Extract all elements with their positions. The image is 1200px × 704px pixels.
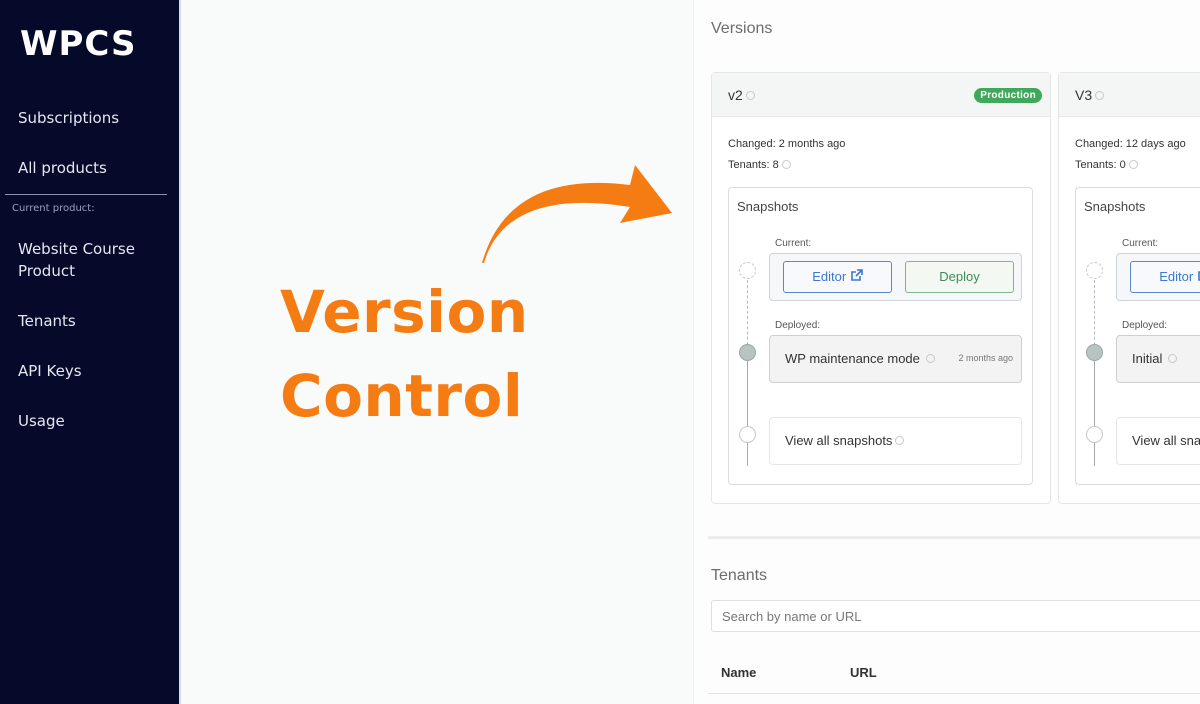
current-snapshot-box: Editor Deploy xyxy=(1116,253,1200,301)
current-label: Current: xyxy=(775,238,812,249)
info-icon[interactable] xyxy=(895,436,905,446)
timeline-current-node xyxy=(739,262,756,279)
section-divider xyxy=(708,536,1200,539)
deploy-button[interactable]: Deploy xyxy=(905,261,1014,293)
tenants-count: Tenants: 8 xyxy=(728,159,791,171)
tenant-search-input[interactable] xyxy=(711,600,1200,632)
deployed-snapshot[interactable]: WP maintenance mode 2 months ago xyxy=(769,335,1022,383)
external-link-icon xyxy=(850,269,863,281)
deployed-snapshot[interactable]: Initial xyxy=(1116,335,1200,383)
snapshots-box: Snapshots Current: Editor Deploy xyxy=(728,187,1033,485)
snapshot-timeline xyxy=(1086,262,1104,466)
info-icon[interactable] xyxy=(745,90,755,100)
view-all-snapshots-button[interactable]: View all snapshots xyxy=(769,417,1022,465)
version-card-header: v2 Production xyxy=(712,73,1050,117)
main-panel: Versions v2 Production Changed: 2 months… xyxy=(693,0,1200,704)
snapshots-title: Snapshots xyxy=(1084,199,1146,214)
column-header-name[interactable]: Name xyxy=(721,665,756,680)
deployed-snapshot-name-text: WP maintenance mode xyxy=(785,351,920,366)
editor-button-label: Editor xyxy=(812,269,847,284)
view-all-snapshots-button[interactable]: View all snapshots xyxy=(1116,417,1200,465)
timeline-solid-line xyxy=(1094,360,1095,466)
timeline-dashed-line xyxy=(747,280,748,350)
sidebar-item-current-product[interactable]: Website Course Product xyxy=(18,238,158,282)
tenants-count-text: Tenants: 0 xyxy=(1075,159,1126,171)
sidebar-border xyxy=(179,0,181,704)
deployed-label: Deployed: xyxy=(1122,320,1168,331)
snapshot-timeline xyxy=(739,262,757,466)
info-icon[interactable] xyxy=(781,159,791,169)
sidebar-item-usage[interactable]: Usage xyxy=(18,410,65,432)
changed-text: Changed: 12 days ago xyxy=(1075,138,1186,150)
sidebar-item-all-products[interactable]: All products xyxy=(18,157,107,179)
version-name: V3 xyxy=(1075,87,1105,103)
timeline-deployed-node xyxy=(739,344,756,361)
deployed-snapshot-name: Initial xyxy=(1132,351,1178,366)
changed-text: Changed: 2 months ago xyxy=(728,138,846,150)
sidebar: WPCS Subscriptions All products Current … xyxy=(0,0,179,704)
snapshots-box: Snapshots Current: Editor Deploy xyxy=(1075,187,1200,485)
hero-title: Version Control xyxy=(280,270,529,438)
version-card: V3 Changed: 12 days ago Tenants: 0 Snaps… xyxy=(1058,72,1200,504)
timeline-solid-line xyxy=(747,360,748,466)
info-icon[interactable] xyxy=(1095,90,1105,100)
version-name-text: V3 xyxy=(1075,87,1093,103)
sidebar-item-subscriptions[interactable]: Subscriptions xyxy=(18,107,119,129)
current-product-label: Current product: xyxy=(12,203,95,214)
snapshots-title: Snapshots xyxy=(737,199,799,214)
view-all-snapshots-label: View all snapshots xyxy=(1132,433,1200,448)
table-header-border xyxy=(708,693,1200,694)
curved-arrow-icon xyxy=(482,165,672,263)
info-icon[interactable] xyxy=(925,354,935,364)
version-name-text: v2 xyxy=(728,87,743,103)
view-all-text: View all snapshots xyxy=(1132,433,1200,448)
view-all-snapshots-label: View all snapshots xyxy=(785,433,905,448)
timeline-all-node xyxy=(739,426,756,443)
tenants-heading: Tenants xyxy=(711,567,768,584)
hero-title-line2: Control xyxy=(280,362,524,430)
tenants-count-text: Tenants: 8 xyxy=(728,159,779,171)
sidebar-item-api-keys[interactable]: API Keys xyxy=(18,360,82,382)
timeline-all-node xyxy=(1086,426,1103,443)
timeline-dashed-line xyxy=(1094,280,1095,350)
tenants-count: Tenants: 0 xyxy=(1075,159,1138,171)
current-snapshot-box: Editor Deploy xyxy=(769,253,1022,301)
wpcs-logo[interactable]: WPCS xyxy=(20,24,137,64)
deployed-label: Deployed: xyxy=(775,320,821,331)
info-icon[interactable] xyxy=(1128,159,1138,169)
versions-heading: Versions xyxy=(711,20,773,37)
version-card-header: V3 xyxy=(1059,73,1200,117)
production-badge: Production xyxy=(974,88,1042,103)
timeline-deployed-node xyxy=(1086,344,1103,361)
deployed-snapshot-name: WP maintenance mode xyxy=(785,351,935,366)
deployed-snapshot-name-text: Initial xyxy=(1132,351,1163,366)
editor-button-label: Editor xyxy=(1159,269,1194,284)
editor-button[interactable]: Editor xyxy=(783,261,892,293)
sidebar-item-tenants[interactable]: Tenants xyxy=(18,310,76,332)
version-name: v2 xyxy=(728,87,755,103)
current-label: Current: xyxy=(1122,238,1159,249)
timeline-current-node xyxy=(1086,262,1103,279)
column-header-url[interactable]: URL xyxy=(850,665,877,680)
version-card: v2 Production Changed: 2 months ago Tena… xyxy=(711,72,1051,504)
sidebar-divider xyxy=(5,194,167,195)
deployed-time: 2 months ago xyxy=(958,353,1013,363)
view-all-text: View all snapshots xyxy=(785,433,893,448)
editor-button[interactable]: Editor xyxy=(1130,261,1200,293)
hero-title-line1: Version xyxy=(280,278,529,346)
info-icon[interactable] xyxy=(1168,354,1178,364)
